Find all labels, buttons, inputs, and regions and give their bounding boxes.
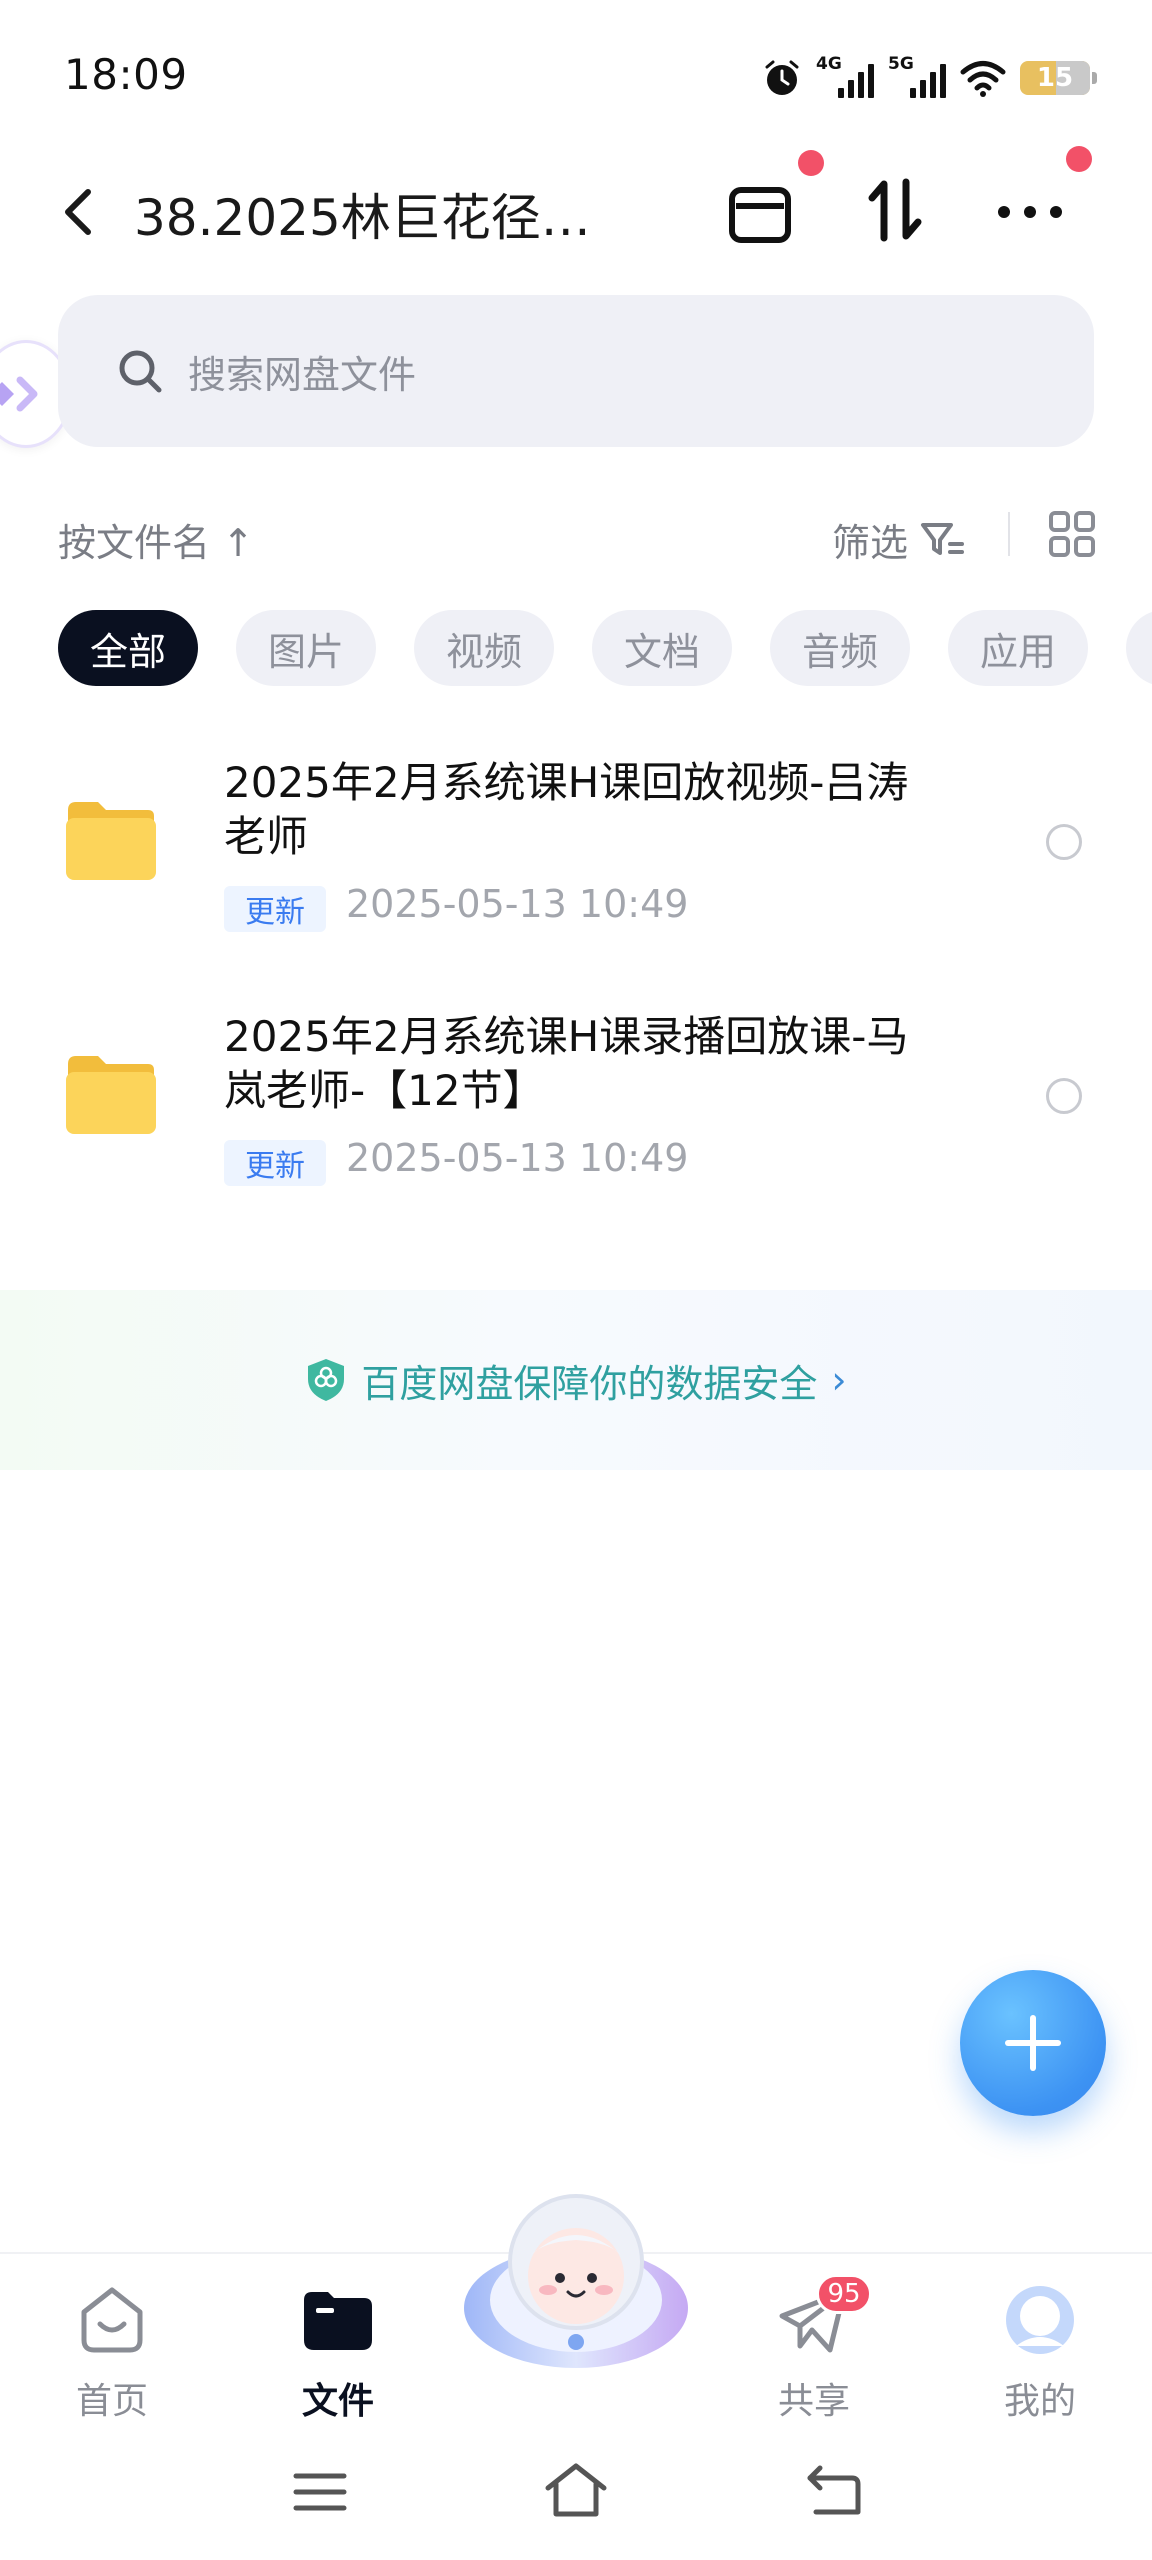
status-time: 18:09 xyxy=(64,50,188,99)
file-timestamp: 2025-05-13 10:49 xyxy=(346,1136,689,1180)
chip-videos[interactable]: 视频 xyxy=(414,610,554,686)
list-item[interactable]: 2025年2月系统课H课回放视频-吕涛 老师 更新 2025-05-13 10:… xyxy=(0,722,1152,962)
alarm-icon xyxy=(765,60,799,95)
notification-dot xyxy=(1066,146,1092,172)
filter-button[interactable]: 筛选 xyxy=(832,512,965,567)
archive-button[interactable] xyxy=(726,150,824,248)
archive-box-icon xyxy=(729,187,791,243)
home-icon xyxy=(81,2287,143,2353)
folder-icon xyxy=(66,1056,156,1134)
system-back-icon[interactable] xyxy=(806,2464,862,2516)
sort-by-name-button[interactable]: 按文件名 ↑ xyxy=(58,512,254,567)
back-icon[interactable] xyxy=(52,180,102,244)
update-badge: 更新 xyxy=(224,1140,326,1186)
chip-all[interactable]: 全部 xyxy=(58,610,198,686)
search-input[interactable]: 搜索网盘文件 xyxy=(188,344,416,399)
file-timestamp: 2025-05-13 10:49 xyxy=(346,882,689,926)
signal-4g-icon: 4G xyxy=(816,54,874,98)
system-menu-icon[interactable] xyxy=(292,2470,348,2514)
file-name: 2025年2月系统课H课回放视频-吕涛 老师 xyxy=(224,758,909,861)
divider xyxy=(1008,512,1010,556)
grid-view-icon[interactable] xyxy=(1048,510,1096,558)
nav-files[interactable]: 文件 xyxy=(268,2274,408,2422)
select-checkbox[interactable] xyxy=(1046,824,1082,860)
chip-documents[interactable]: 文档 xyxy=(592,610,732,686)
filter-funnel-icon xyxy=(921,522,965,555)
chip-more[interactable] xyxy=(1126,610,1152,686)
avatar-icon xyxy=(1006,2286,1074,2354)
battery-icon: 15 xyxy=(1020,61,1097,95)
battery-level: 15 xyxy=(1036,63,1074,93)
select-checkbox[interactable] xyxy=(1046,1078,1082,1114)
filter-label: 筛选 xyxy=(832,521,909,565)
nav-share[interactable]: 95 共享 xyxy=(744,2274,884,2422)
sort-arrows-icon[interactable] xyxy=(862,172,932,248)
page-title: 38.2025林巨花径… xyxy=(134,189,591,247)
search-bar[interactable]: 搜索网盘文件 xyxy=(58,295,1094,447)
wifi-icon xyxy=(960,61,1006,97)
more-button[interactable] xyxy=(990,146,1092,240)
search-icon xyxy=(119,350,162,393)
nav-home[interactable]: 首页 xyxy=(42,2274,182,2422)
nav-files-label: 文件 xyxy=(301,2381,374,2422)
ai-assistant-mascot[interactable] xyxy=(460,2190,692,2382)
notification-dot xyxy=(798,150,824,176)
status-icons: 4G 5G 15 xyxy=(762,54,1097,101)
nav-mine[interactable]: 我的 xyxy=(970,2274,1110,2422)
security-banner[interactable]: 百度网盘保障你的数据安全 › xyxy=(0,1290,1152,1470)
system-home-icon[interactable] xyxy=(544,2462,608,2518)
nav-share-label: 共享 xyxy=(777,2381,850,2422)
category-chips: 全部 图片 视频 文档 音频 应用 xyxy=(58,610,1152,686)
more-dots-icon xyxy=(998,206,1062,218)
chip-audio[interactable]: 音频 xyxy=(770,610,910,686)
folder-filled-icon xyxy=(304,2292,372,2350)
chip-images[interactable]: 图片 xyxy=(236,610,376,686)
share-count-badge: 95 xyxy=(816,2274,872,2314)
update-badge: 更新 xyxy=(224,886,326,932)
nav-mine-label: 我的 xyxy=(1003,2381,1076,2422)
security-text: 百度网盘保障你的数据安全 xyxy=(361,1361,818,1406)
chip-apps[interactable]: 应用 xyxy=(948,610,1088,686)
chevron-right-icon: › xyxy=(831,1358,847,1402)
shield-icon xyxy=(308,1359,345,1401)
folder-icon xyxy=(66,802,156,880)
list-item[interactable]: 2025年2月系统课H课录播回放课-马 岚老师-【12节】 更新 2025-05… xyxy=(0,976,1152,1216)
file-name: 2025年2月系统课H课录播回放课-马 岚老师-【12节】 xyxy=(224,1012,909,1115)
nav-home-label: 首页 xyxy=(75,2381,148,2422)
add-button[interactable] xyxy=(960,1970,1106,2116)
signal-5g-icon: 5G xyxy=(888,54,946,98)
